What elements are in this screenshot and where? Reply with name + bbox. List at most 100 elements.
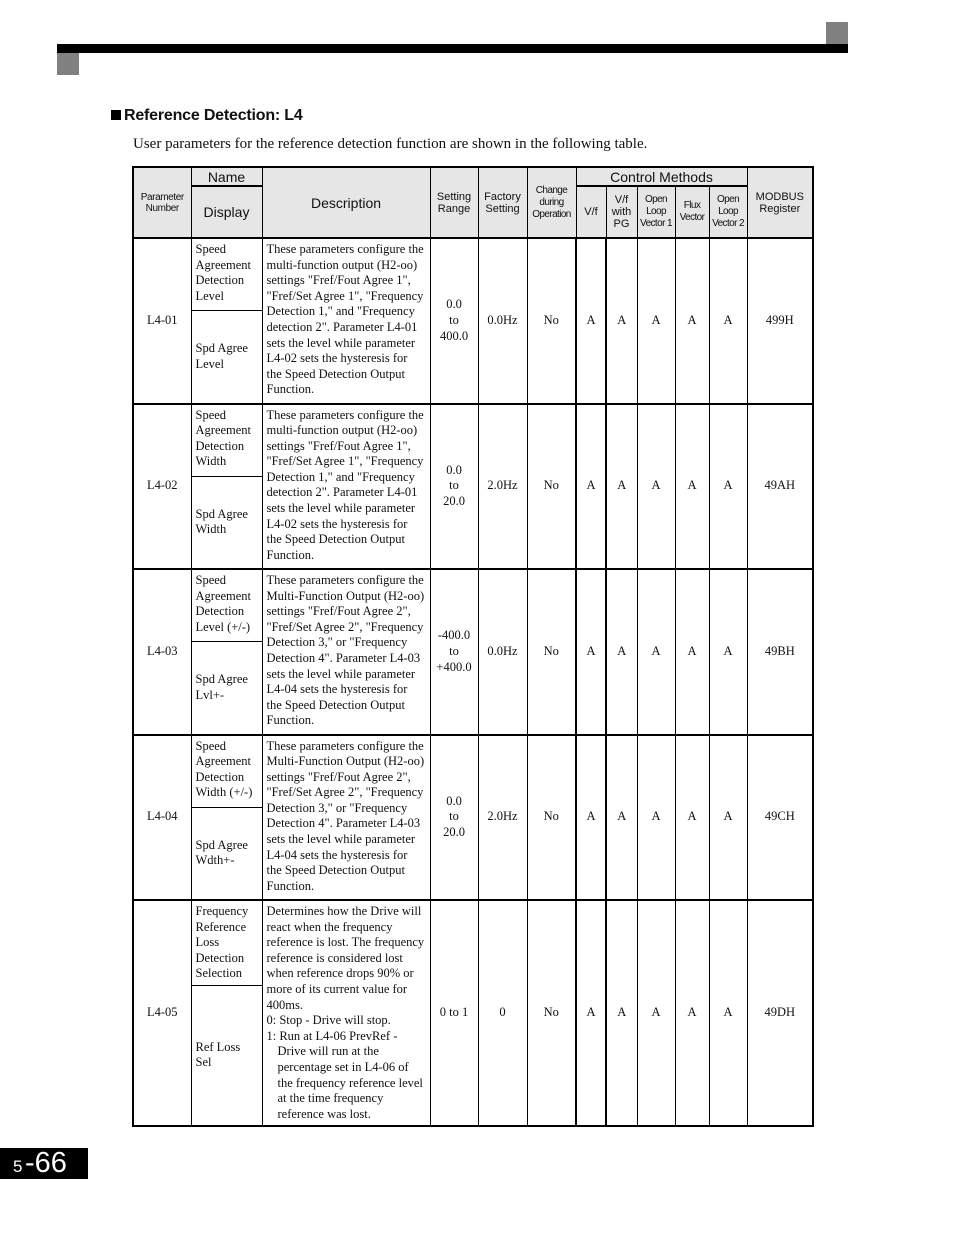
- header-setting-range: Setting Range: [429, 166, 479, 239]
- range-to: to: [449, 312, 459, 327]
- param-number: L4-01: [132, 237, 192, 404]
- header-modbus-register: MODBUS Register: [746, 166, 814, 239]
- factory-setting: 0: [477, 898, 528, 1127]
- param-name: Speed Agreement Detection Level (+/-): [190, 568, 263, 642]
- header-name: Name: [190, 166, 263, 187]
- header-rule: [57, 44, 848, 53]
- header-row: Parameter Number Name Description Settin…: [132, 166, 814, 239]
- description-text: Determines how the Drive will react when…: [266, 904, 425, 1012]
- change-during-operation: No: [526, 733, 577, 901]
- change-during-operation: No: [526, 402, 577, 570]
- table-row: L4-03 Speed Agreement Detection Level (+…: [132, 568, 814, 735]
- section-title: Reference Detection: L4: [111, 107, 303, 125]
- method-vf-pg: A: [605, 402, 638, 570]
- header-parameter-number: Parameter Number: [132, 166, 192, 239]
- param-display: Spd Agree Lvl+-: [190, 641, 263, 735]
- range-end: 20.0: [443, 825, 465, 840]
- method-vf-pg: A: [605, 898, 638, 1127]
- range-from: 0.0: [446, 462, 462, 477]
- param-name: Speed Agreement Detection Width (+/-): [190, 733, 263, 808]
- range-end: +400.0: [436, 659, 472, 674]
- method-vf: A: [575, 568, 607, 735]
- change-during-operation: No: [526, 568, 577, 735]
- header-change-during-operation: Change during Operation: [526, 166, 577, 239]
- square-bullet-icon: [111, 110, 121, 120]
- method-vf: A: [575, 898, 607, 1127]
- setting-range: 0.0 to 400.0: [429, 237, 479, 404]
- table-row: L4-02 Speed Agreement Detection Width Th…: [132, 402, 814, 570]
- param-description: These parameters configure the multi-fun…: [261, 402, 431, 570]
- range-to: to: [449, 478, 459, 493]
- method-flux-vector: A: [674, 733, 710, 901]
- param-display: Spd Agree Level: [190, 310, 263, 404]
- range-from: 0.0: [446, 297, 462, 312]
- page-number: -66: [25, 1147, 67, 1179]
- method-vf-pg: A: [605, 568, 638, 735]
- header-vf: V/f: [575, 185, 607, 239]
- param-display: Spd Agree Wdth+-: [190, 806, 263, 901]
- header-flux-vector: Flux Vector: [674, 185, 710, 239]
- method-flux-vector: A: [674, 898, 710, 1127]
- section-title-text: Reference Detection: L4: [124, 107, 303, 124]
- header-olv1: Open Loop Vector 1: [636, 185, 676, 239]
- method-olv2: A: [708, 733, 748, 901]
- header-control-methods: Control Methods: [575, 166, 748, 187]
- setting-range: -400.0 to +400.0: [429, 568, 479, 735]
- modbus-register: 499H: [746, 237, 814, 404]
- method-vf-pg: A: [605, 733, 638, 901]
- param-number: L4-02: [132, 402, 192, 570]
- range-to: to: [449, 809, 459, 824]
- change-during-operation: No: [526, 237, 577, 404]
- modbus-register: 49AH: [746, 402, 814, 570]
- option-1-detail: Drive will run at the percentage set in …: [277, 1044, 423, 1121]
- method-vf: A: [575, 237, 607, 404]
- method-olv2: A: [708, 402, 748, 570]
- modbus-register: 49BH: [746, 568, 814, 735]
- range-end: 400.0: [439, 328, 469, 343]
- factory-setting: 2.0Hz: [477, 733, 528, 901]
- method-vf: A: [575, 402, 607, 570]
- method-olv1: A: [636, 733, 676, 901]
- intro-paragraph: User parameters for the reference detect…: [133, 136, 648, 152]
- method-olv1: A: [636, 237, 676, 404]
- setting-range: 0.0 to 20.0: [429, 733, 479, 901]
- header-vf-pg: V/f with PG: [605, 185, 638, 239]
- method-olv1: A: [636, 898, 676, 1127]
- param-number: L4-03: [132, 568, 192, 735]
- param-display: Ref Loss Sel: [190, 984, 263, 1127]
- method-flux-vector: A: [674, 237, 710, 404]
- range-end: 20.0: [443, 494, 465, 509]
- setting-range: 0.0 to 20.0: [429, 402, 479, 570]
- factory-setting: 0.0Hz: [477, 237, 528, 404]
- method-olv2: A: [708, 568, 748, 735]
- range-from: 0.0: [446, 793, 462, 808]
- option-0: 0: Stop - Drive will stop.: [266, 1013, 391, 1028]
- param-number: L4-04: [132, 733, 192, 901]
- method-flux-vector: A: [674, 568, 710, 735]
- table-row: L4-01 Speed Agreement Detection Level Th…: [132, 237, 814, 404]
- modbus-register: 49DH: [746, 898, 814, 1127]
- param-description: These parameters configure the multi-fun…: [261, 237, 431, 404]
- method-olv2: A: [708, 898, 748, 1127]
- table-row: L4-05 Frequency Reference Loss Detection…: [132, 898, 814, 1127]
- param-description: Determines how the Drive will react when…: [261, 898, 431, 1127]
- method-vf-pg: A: [605, 237, 638, 404]
- method-olv1: A: [636, 402, 676, 570]
- parameter-table: Parameter Number Name Description Settin…: [132, 166, 815, 1128]
- factory-setting: 2.0Hz: [477, 402, 528, 570]
- method-olv2: A: [708, 237, 748, 404]
- method-vf: A: [575, 733, 607, 901]
- header-display: Display: [190, 185, 263, 239]
- range-from: -400.0: [437, 628, 471, 643]
- param-display: Spd Agree Width: [190, 475, 263, 570]
- param-description: These parameters configure the Multi-Fun…: [261, 568, 431, 735]
- chapter-number: 5: [13, 1157, 23, 1176]
- table-row: L4-04 Speed Agreement Detection Width (+…: [132, 733, 814, 901]
- setting-range: 0 to 1: [429, 898, 479, 1127]
- page-number-badge: 5 -66: [0, 1147, 88, 1179]
- header-description: Description: [261, 166, 431, 239]
- factory-setting: 0.0Hz: [477, 568, 528, 735]
- option-1: 1: Run at L4-06 PrevRef -: [266, 1028, 398, 1043]
- method-olv1: A: [636, 568, 676, 735]
- header-olv2: Open Loop Vector 2: [708, 185, 748, 239]
